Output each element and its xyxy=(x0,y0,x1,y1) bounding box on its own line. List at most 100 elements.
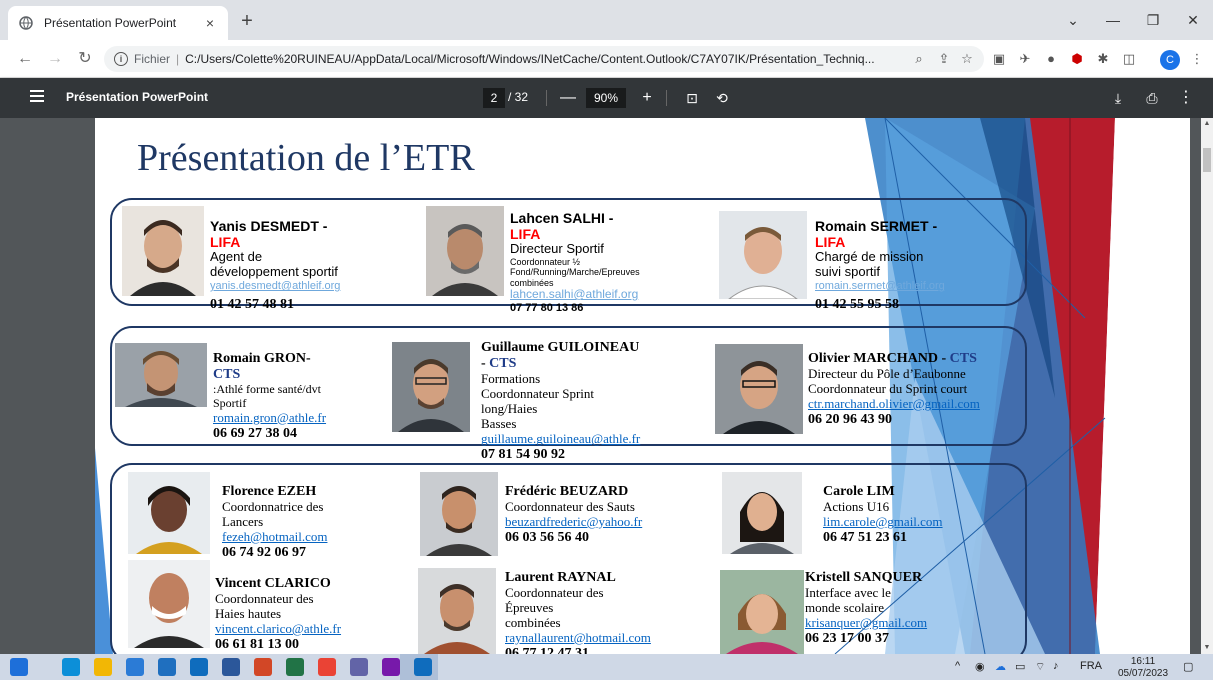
browser-menu-icon[interactable]: ⋮ xyxy=(1188,50,1206,68)
tab-search-icon[interactable]: ⌄ xyxy=(1055,8,1091,32)
restore-icon[interactable]: ❐ xyxy=(1135,8,1171,32)
photo-kristell-sanquer xyxy=(720,570,804,654)
person-info: Carole LIM Actions U16 lim.carole@gmail.… xyxy=(823,484,943,546)
outlook-icon[interactable] xyxy=(190,658,208,676)
person-email-link[interactable]: beuzardfrederic@yahoo.fr xyxy=(505,514,642,530)
ublock-icon[interactable]: ⬢ xyxy=(1068,50,1086,68)
person-phone: 06 74 92 06 97 xyxy=(222,544,306,560)
store-icon[interactable] xyxy=(126,658,144,676)
fit-page-icon[interactable]: ⊡ xyxy=(682,88,702,108)
forward-icon[interactable]: → xyxy=(44,48,66,70)
person-info: Kristell SANQUER Interface avec le monde… xyxy=(805,570,927,647)
clock[interactable]: 16:11 05/07/2023 xyxy=(1118,656,1168,680)
page-number-input[interactable]: 2 xyxy=(483,88,505,108)
globe-icon xyxy=(18,15,34,31)
extension-icon-3[interactable]: ● xyxy=(1042,50,1060,68)
zoom-icon[interactable]: ⌕ xyxy=(910,50,928,68)
vertical-scrollbar[interactable]: ▲ ▼ xyxy=(1201,118,1213,654)
person-phone: 06 61 81 13 00 xyxy=(215,636,299,652)
bookmark-star-icon[interactable]: ☆ xyxy=(958,50,976,68)
browser-tab[interactable]: Présentation PowerPoint × xyxy=(8,6,228,40)
excel-icon[interactable] xyxy=(286,658,304,676)
language-indicator[interactable]: FRA xyxy=(1080,660,1102,672)
person-email-link[interactable]: guillaume.guiloineau@athle.fr xyxy=(481,431,640,447)
person-email-link[interactable]: raynallaurent@hotmail.com xyxy=(505,630,651,646)
teams-icon[interactable] xyxy=(350,658,368,676)
onenote-icon[interactable] xyxy=(382,658,400,676)
person-name: Frédéric BEUZARD xyxy=(505,484,629,499)
minimize-icon[interactable]: — xyxy=(1095,8,1131,32)
scroll-thumb[interactable] xyxy=(1203,148,1211,172)
extension-icon-2[interactable]: ✈ xyxy=(1016,50,1034,68)
volume-icon[interactable]: ♪ xyxy=(1053,660,1059,672)
outlook-icon-2[interactable] xyxy=(414,658,432,676)
side-panel-icon[interactable]: ◫ xyxy=(1120,50,1138,68)
powerpoint-icon[interactable] xyxy=(254,658,272,676)
tab-strip: Présentation PowerPoint × + ⌄ — ❐ ✕ xyxy=(0,0,1213,40)
person-email-link[interactable]: romain.sermet@athleif.org xyxy=(815,280,945,293)
wifi-icon[interactable]: ⌔ xyxy=(1035,660,1045,674)
new-tab-button[interactable]: + xyxy=(236,10,258,32)
taskbar: ^ ◉ ☁ ▭ ⌔ ♪ FRA 16:11 05/07/2023 ▢ xyxy=(0,654,1213,680)
person-email-link[interactable]: fezeh@hotmail.com xyxy=(222,529,327,545)
edge-icon[interactable] xyxy=(62,658,80,676)
person-email-link[interactable]: lahcen.salhi@athleif.org xyxy=(510,287,640,302)
meet-icon[interactable]: ◉ xyxy=(975,660,985,673)
person-phone: 06 23 17 00 37 xyxy=(805,630,889,646)
word-icon[interactable] xyxy=(222,658,240,676)
person-role-line: Coordonnateur ½ xyxy=(510,257,581,268)
print-icon[interactable]: ⎙ xyxy=(1142,88,1162,108)
zoom-input[interactable]: 90% xyxy=(586,88,626,108)
page-total: / 32 xyxy=(508,90,529,104)
tab-title: Présentation PowerPoint xyxy=(44,16,177,30)
person-email-link[interactable]: ctr.marchand.olivier@gmail.com xyxy=(808,396,980,412)
close-window-icon[interactable]: ✕ xyxy=(1175,8,1211,32)
person-role: Coordonnateur des Épreuves xyxy=(505,585,604,616)
extension-icon-1[interactable]: ▣ xyxy=(990,50,1008,68)
person-phone: 01 42 55 95 58 xyxy=(815,296,899,312)
person-name: Romain SERMET - LIFA xyxy=(815,218,938,251)
person-role: Interface avec le monde scolaire xyxy=(805,585,891,616)
close-tab-icon[interactable]: × xyxy=(202,15,218,31)
person-email-link[interactable]: krisanquer@gmail.com xyxy=(805,615,927,631)
more-actions-icon[interactable]: ⋮ xyxy=(1176,88,1196,108)
onedrive-icon[interactable]: ☁ xyxy=(995,660,1006,673)
person-name: Kristell SANQUER xyxy=(805,570,923,585)
zoom-out-icon[interactable]: — xyxy=(558,88,578,108)
photo-lahcen-salhi xyxy=(426,206,504,296)
person-info: Yanis DESMEDT - LIFA Agent de développem… xyxy=(210,218,340,313)
scroll-up-icon[interactable]: ▲ xyxy=(1201,118,1213,130)
tray-chevron-icon[interactable]: ^ xyxy=(955,660,960,672)
person-info: Guillaume GUILOINEAU - CTS Formations Co… xyxy=(481,340,640,463)
reload-icon[interactable]: ↻ xyxy=(74,48,96,70)
address-bar[interactable]: i Fichier | C:/Users/Colette%20RUINEAU/A… xyxy=(104,46,984,72)
windows-icon[interactable] xyxy=(10,658,28,676)
media-icon[interactable] xyxy=(158,658,176,676)
photo-frederic-beuzard xyxy=(420,472,498,556)
person-role-line: Basses xyxy=(481,416,517,431)
back-icon[interactable]: ← xyxy=(14,48,36,70)
rotate-icon[interactable]: ⟲ xyxy=(712,88,732,108)
network-icon[interactable]: ▭ xyxy=(1015,660,1025,673)
photo-vincent-clarico xyxy=(128,560,210,648)
profile-avatar[interactable]: C xyxy=(1160,50,1180,70)
extensions-puzzle-icon[interactable]: ✱ xyxy=(1094,50,1112,68)
file-explorer-icon[interactable] xyxy=(94,658,112,676)
notifications-icon[interactable]: ▢ xyxy=(1183,660,1193,673)
person-phone: 06 03 56 56 40 xyxy=(505,529,589,545)
person-email-link[interactable]: lim.carole@gmail.com xyxy=(823,514,943,530)
scroll-down-icon[interactable]: ▼ xyxy=(1201,642,1213,654)
zoom-in-icon[interactable]: + xyxy=(637,88,657,108)
chrome-icon[interactable] xyxy=(318,658,336,676)
pdf-title: Présentation PowerPoint xyxy=(66,90,209,104)
person-role: :Athlé forme santé/dvt Sportif xyxy=(213,382,321,410)
hamburger-menu-icon[interactable] xyxy=(30,90,44,104)
info-icon[interactable]: i xyxy=(114,52,128,66)
download-icon[interactable]: ⤓ xyxy=(1108,88,1128,108)
share-icon[interactable]: ⇪ xyxy=(935,50,953,68)
toolbar-divider xyxy=(546,90,547,106)
person-email-link[interactable]: vincent.clarico@athle.fr xyxy=(215,621,341,637)
pdf-viewer[interactable]: Présentation de l’ETR Yanis DESMEDT - LI… xyxy=(0,118,1213,654)
person-email-link[interactable]: yanis.desmedt@athleif.org xyxy=(210,280,340,293)
person-email-link[interactable]: romain.gron@athle.fr xyxy=(213,410,326,426)
